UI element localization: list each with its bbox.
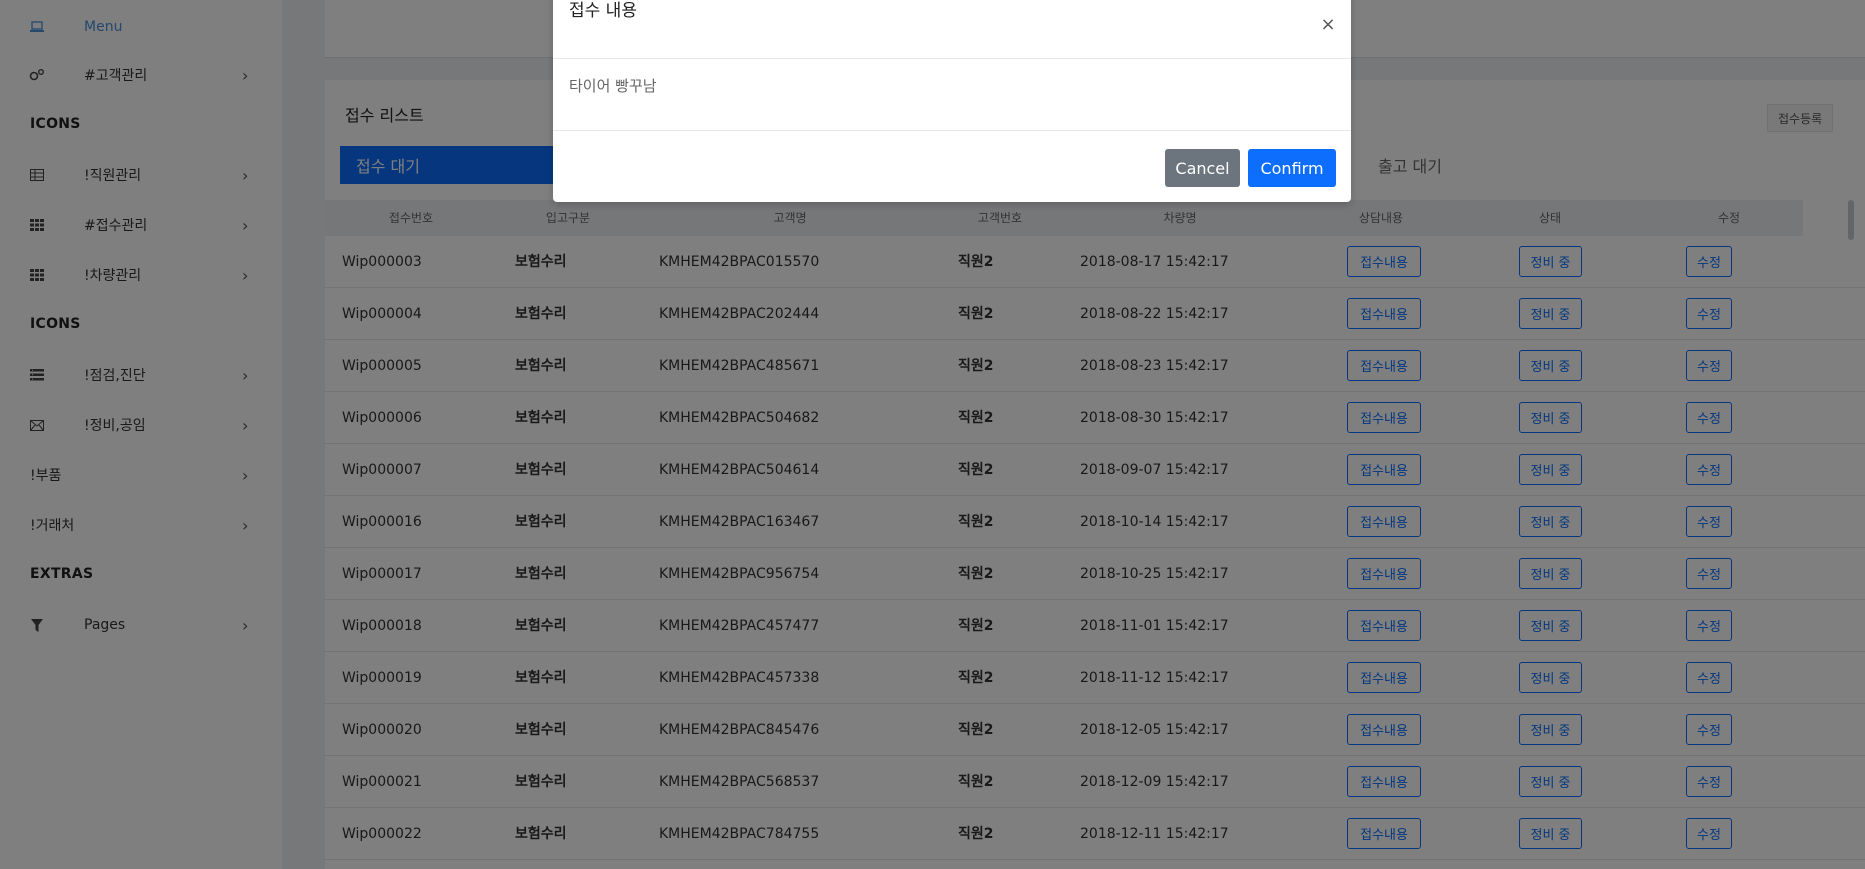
reception-detail-modal: 접수 내용 × 타이어 빵꾸남 Cancel Confirm [553, 0, 1351, 202]
modal-footer: Cancel Confirm [553, 130, 1351, 202]
close-icon[interactable]: × [1320, 14, 1336, 35]
modal-body-text: 타이어 빵꾸남 [569, 77, 657, 95]
confirm-button[interactable]: Confirm [1248, 149, 1336, 187]
cancel-button[interactable]: Cancel [1165, 149, 1240, 187]
modal-header: 접수 내용 × [553, 0, 1351, 59]
modal-title: 접수 내용 [569, 1, 637, 21]
